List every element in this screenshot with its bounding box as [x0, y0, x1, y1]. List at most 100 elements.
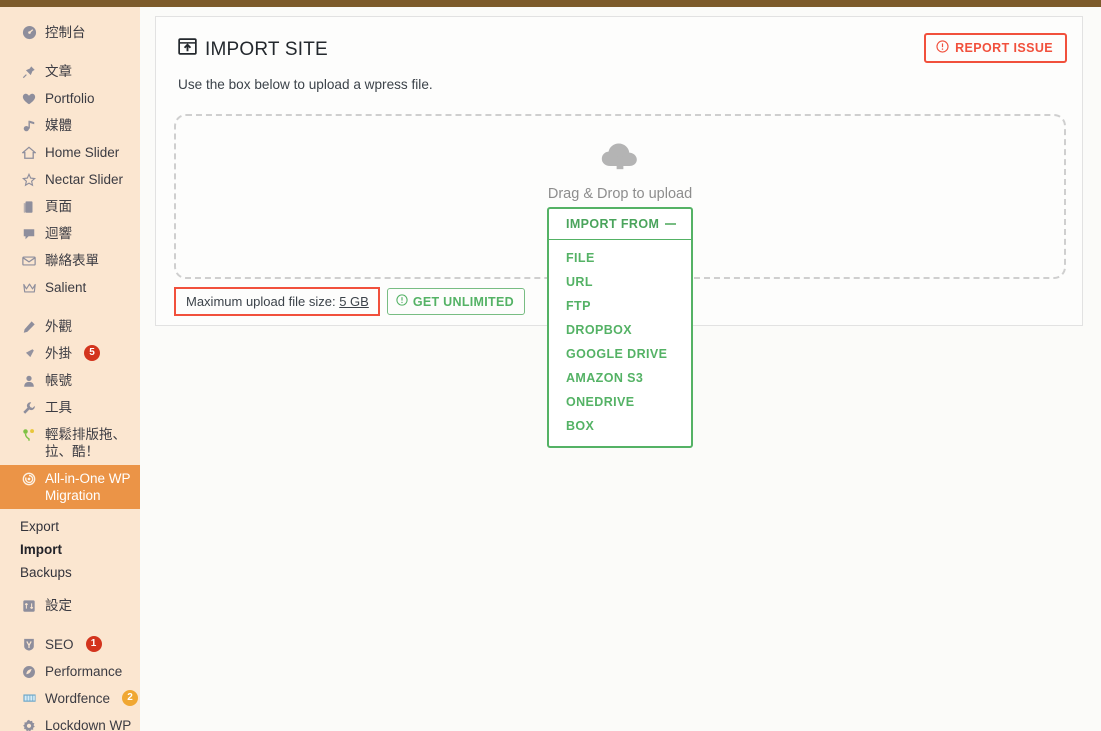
- portfolio-icon: [20, 90, 38, 107]
- import-option-ftp[interactable]: FTP: [549, 294, 691, 318]
- star-icon: [20, 171, 38, 188]
- minus-icon: [665, 223, 676, 225]
- sidebar-item-media[interactable]: 媒體: [0, 112, 140, 139]
- sidebar-item-lockdown-wp[interactable]: Lockdown WP: [0, 712, 140, 731]
- exclamation-circle-icon: [396, 294, 408, 309]
- sidebar-item-home-slider[interactable]: Home Slider: [0, 139, 140, 166]
- wordfence-notification-badge: 2: [122, 690, 139, 706]
- max-upload-size-label: Maximum upload file size:: [186, 294, 336, 309]
- sidebar-item-label: 頁面: [45, 199, 72, 214]
- import-option-dropbox[interactable]: DROPBOX: [549, 318, 691, 342]
- sidebar-item-label: Portfolio: [45, 91, 95, 106]
- import-option-google-drive[interactable]: GOOGLE DRIVE: [549, 342, 691, 366]
- sidebar-item-contact-form[interactable]: 聯絡表單: [0, 247, 140, 274]
- panel-header: IMPORT SITE Use the box below to upload …: [156, 17, 1082, 92]
- user-icon: [20, 372, 38, 389]
- home-icon: [20, 144, 38, 161]
- panel-subtitle: Use the box below to upload a wpress fil…: [178, 77, 433, 92]
- sidebar-item-label: 外掛: [45, 346, 72, 361]
- sidebar-item-wordfence[interactable]: Wordfence 2: [0, 685, 140, 712]
- import-option-amazon-s3[interactable]: AMAZON S3: [549, 366, 691, 390]
- settings-icon: [20, 597, 38, 614]
- main-content: IMPORT SITE Use the box below to upload …: [140, 7, 1101, 731]
- sidebar-subitem-import[interactable]: Import: [0, 538, 140, 561]
- dashboard-icon: [20, 24, 38, 41]
- import-from-label: IMPORT FROM: [566, 217, 660, 231]
- sidebar-submenu-migration: Export Import Backups: [0, 509, 140, 592]
- import-option-onedrive[interactable]: ONEDRIVE: [549, 390, 691, 414]
- get-unlimited-button[interactable]: GET UNLIMITED: [386, 288, 525, 315]
- media-icon: [20, 117, 38, 134]
- sidebar-item-portfolio[interactable]: Portfolio: [0, 85, 140, 112]
- report-issue-label: REPORT ISSUE: [955, 41, 1053, 55]
- sidebar-item-settings[interactable]: 設定: [0, 592, 140, 619]
- import-from-dropdown: IMPORT FROM FILE URL FTP DROPBOX GOOGLE …: [547, 207, 693, 448]
- import-option-url[interactable]: URL: [549, 270, 691, 294]
- sidebar-item-label: 控制台: [45, 25, 86, 40]
- pages-icon: [20, 198, 38, 215]
- get-unlimited-label: GET UNLIMITED: [412, 294, 514, 309]
- exclamation-circle-icon: [936, 40, 949, 56]
- cloud-upload-icon: [600, 140, 640, 177]
- dropzone-label: Drag & Drop to upload: [547, 186, 693, 202]
- sidebar-subitem-backups[interactable]: Backups: [0, 561, 140, 584]
- sidebar-item-label: 輕鬆排版拖、拉、酷！: [45, 427, 126, 459]
- sidebar-item-comments[interactable]: 迴響: [0, 220, 140, 247]
- seo-notification-badge: 1: [85, 636, 102, 652]
- crown-icon: [20, 279, 38, 296]
- sidebar-item-users[interactable]: 帳號: [0, 367, 140, 394]
- sidebar-item-page-builder[interactable]: 輕鬆排版拖、拉、酷！: [0, 421, 140, 465]
- sidebar-item-label: 媒體: [45, 118, 72, 133]
- sidebar-item-tools[interactable]: 工具: [0, 394, 140, 421]
- dropzone-content: Drag & Drop to upload: [176, 140, 1064, 202]
- import-option-file[interactable]: FILE: [549, 246, 691, 270]
- sidebar-item-dashboard[interactable]: 控制台: [0, 19, 140, 46]
- plugins-update-badge: 5: [84, 345, 100, 361]
- admin-sidebar: 控制台 文章 Portfolio 媒體 Home Slider Nectar S…: [0, 7, 148, 731]
- sidebar-item-label: Lockdown WP: [45, 718, 132, 731]
- sidebar-item-label: 聯絡表單: [45, 253, 99, 268]
- seo-icon: [20, 636, 38, 653]
- sidebar-item-label: Home Slider: [45, 145, 120, 160]
- sidebar-item-all-in-one-wp-migration[interactable]: All-in-One WP Migration: [0, 465, 148, 509]
- migration-icon: [20, 470, 38, 487]
- sidebar-item-salient[interactable]: Salient: [0, 274, 140, 301]
- sidebar-item-label: 外觀: [45, 319, 72, 334]
- performance-icon: [20, 663, 38, 680]
- max-upload-size-value: 5 GB: [339, 294, 369, 309]
- report-issue-button[interactable]: REPORT ISSUE: [924, 33, 1067, 63]
- plugin-icon: [20, 345, 38, 362]
- sidebar-item-label: 工具: [45, 400, 72, 415]
- wrench-icon: [20, 399, 38, 416]
- upload-info-row: Maximum upload file size: 5 GB GET UNLIM…: [174, 287, 525, 316]
- comment-icon: [20, 225, 38, 242]
- sidebar-item-label: SEO: [45, 637, 74, 652]
- sidebar-item-appearance[interactable]: 外觀: [0, 313, 140, 340]
- sidebar-item-label: Performance: [45, 664, 123, 679]
- import-site-panel: IMPORT SITE Use the box below to upload …: [155, 16, 1083, 448]
- sidebar-subitem-export[interactable]: Export: [0, 515, 140, 538]
- sidebar-item-label: 迴響: [45, 226, 72, 241]
- max-upload-size-highlight: Maximum upload file size: 5 GB: [174, 287, 380, 316]
- page-title-text: IMPORT SITE: [205, 38, 328, 60]
- sidebar-item-posts[interactable]: 文章: [0, 58, 140, 85]
- sidebar-item-pages[interactable]: 頁面: [0, 193, 140, 220]
- envelope-icon: [20, 252, 38, 269]
- builder-icon: [20, 426, 38, 443]
- sidebar-item-performance[interactable]: Performance: [0, 658, 140, 685]
- sidebar-item-label: Salient: [45, 280, 87, 295]
- import-site-icon: [178, 37, 197, 62]
- sidebar-item-label: 帳號: [45, 373, 72, 388]
- admin-top-bar: [0, 0, 1101, 7]
- sidebar-item-nectar-slider[interactable]: Nectar Slider: [0, 166, 140, 193]
- import-option-box[interactable]: BOX: [549, 414, 691, 438]
- gear-icon: [20, 717, 38, 731]
- import-from-toggle[interactable]: IMPORT FROM: [549, 209, 691, 240]
- appearance-icon: [20, 318, 38, 335]
- sidebar-item-seo[interactable]: SEO 1: [0, 631, 140, 658]
- sidebar-item-label: 文章: [45, 64, 72, 79]
- sidebar-item-label: All-in-One WP Migration: [45, 471, 131, 503]
- admin-page: 控制台 文章 Portfolio 媒體 Home Slider Nectar S…: [0, 0, 1101, 731]
- pin-icon: [20, 63, 38, 80]
- sidebar-item-plugins[interactable]: 外掛 5: [0, 340, 140, 367]
